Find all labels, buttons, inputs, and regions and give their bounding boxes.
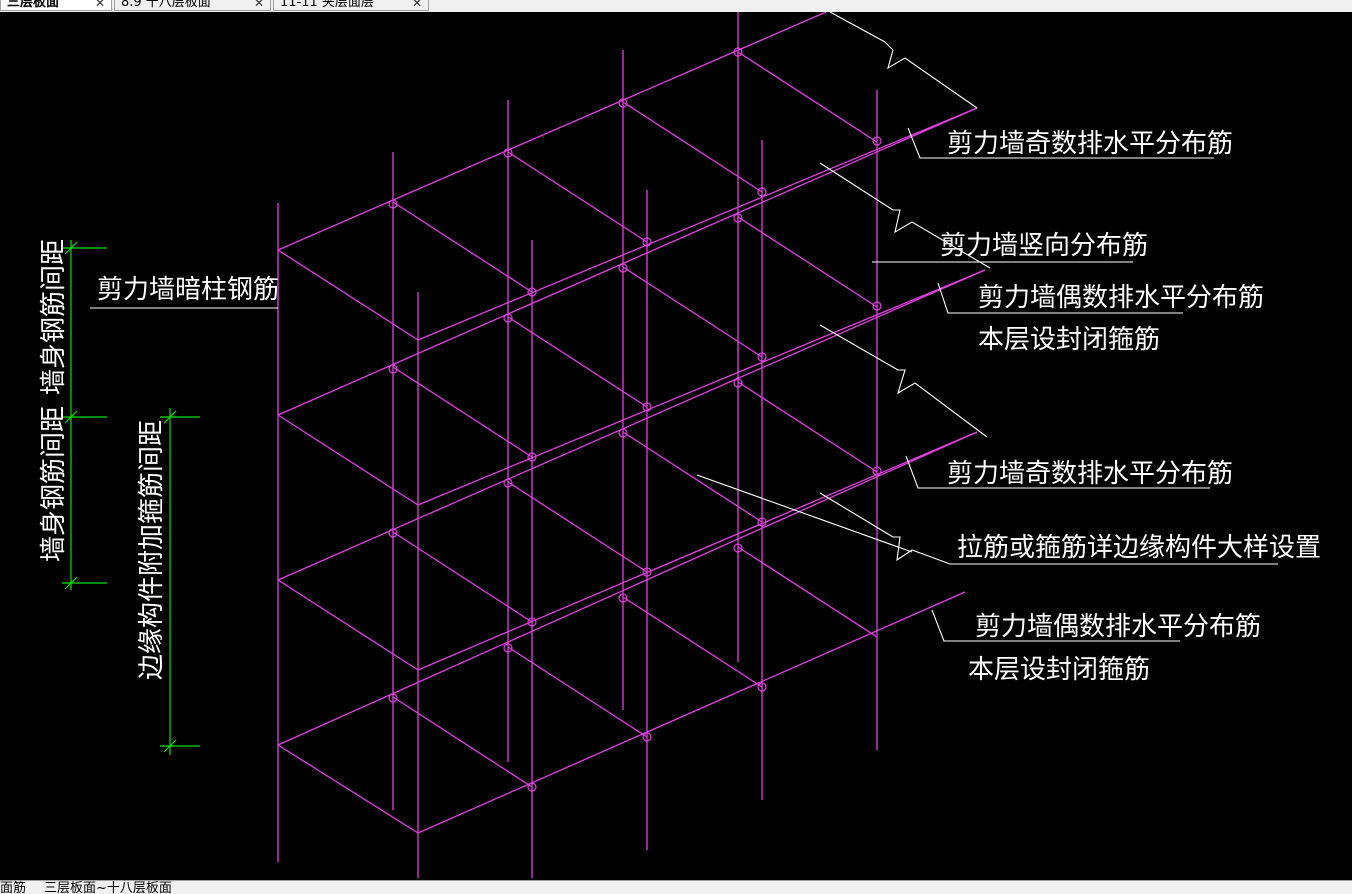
- tab-document-2[interactable]: 8.9 十八层板面 ✕: [114, 0, 271, 11]
- vertical-rebars: [277, 12, 878, 878]
- label-hidden-column: 剪力墙暗柱钢筋: [97, 275, 279, 305]
- label-even-horizontal-bottom: 剪力墙偶数排水平分布筋: [975, 612, 1261, 642]
- horizontal-rebars: [277, 12, 986, 834]
- tab-document-1[interactable]: 三层板面 ✕: [0, 0, 112, 11]
- label-closed-stirrup-bottom: 本层设封闭箍筋: [968, 655, 1150, 685]
- dimension-lines: [62, 240, 200, 755]
- drawing-canvas[interactable]: 剪力墙奇数排水平分布筋 剪力墙竖向分布筋 剪力墙偶数排水平分布筋 本层设封闭箍筋…: [0, 12, 1352, 880]
- close-icon[interactable]: ✕: [254, 0, 264, 10]
- tab-label: 8.9 十八层板面: [121, 0, 211, 10]
- hook-marks: [388, 47, 882, 792]
- sheet-tab-2[interactable]: 三层板面~十八层板面: [44, 882, 172, 894]
- label-tie-note: 拉筋或箍筋详边缘构件大样设置: [957, 533, 1321, 563]
- label-odd-horizontal-top: 剪力墙奇数排水平分布筋: [947, 129, 1233, 159]
- dimension-label-edge-member: 边缘构件附加箍筋间距: [137, 420, 167, 680]
- sheet-tab-1[interactable]: 面筋: [0, 882, 26, 894]
- tab-document-3[interactable]: 11-11 夹层面层 ✕: [273, 0, 429, 11]
- close-icon[interactable]: ✕: [95, 0, 105, 10]
- label-even-horizontal-top: 剪力墙偶数排水平分布筋: [978, 283, 1264, 313]
- label-closed-stirrup-top: 本层设封闭箍筋: [978, 325, 1160, 355]
- label-odd-horizontal-mid: 剪力墙奇数排水平分布筋: [947, 459, 1233, 489]
- sheet-tab-bar: 面筋 三层板面~十八层板面: [0, 880, 1352, 894]
- dimension-label-wall-top: 墙身钢筋间距: [39, 239, 69, 395]
- dimension-label-wall-bottom: 墙身钢筋间距: [39, 406, 69, 562]
- tab-label: 三层板面: [7, 0, 60, 10]
- label-vertical-rebar: 剪力墙竖向分布筋: [940, 231, 1148, 261]
- rebar-isometric-drawing: 剪力墙奇数排水平分布筋 剪力墙竖向分布筋 剪力墙偶数排水平分布筋 本层设封闭箍筋…: [39, 12, 1321, 878]
- close-icon[interactable]: ✕: [412, 0, 422, 10]
- tab-label: 11-11 夹层面层: [280, 0, 374, 10]
